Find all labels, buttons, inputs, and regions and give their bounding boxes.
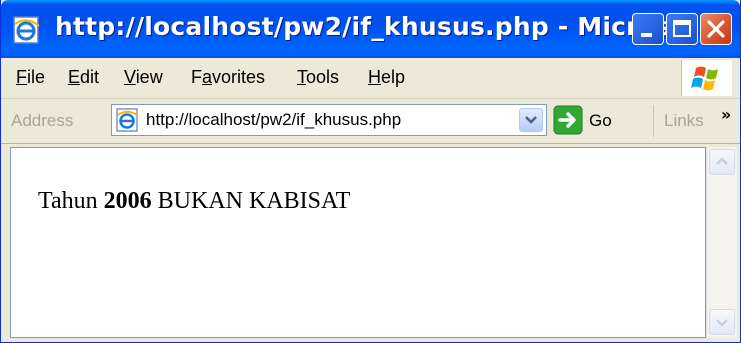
go-label[interactable]: Go	[589, 111, 612, 131]
maximize-icon	[673, 20, 691, 37]
close-button[interactable]	[700, 13, 732, 45]
go-button[interactable]	[553, 105, 583, 135]
chevron-down-icon	[525, 116, 537, 124]
address-dropdown-button[interactable]	[519, 108, 543, 132]
browser-window: http://localhost/pw2/if_khusus.php - Mic…	[0, 0, 741, 343]
links-separator	[653, 105, 654, 137]
menu-tools[interactable]: Tools	[297, 67, 339, 88]
chevron-up-icon	[716, 157, 728, 165]
title-bar[interactable]: http://localhost/pw2/if_khusus.php - Mic…	[1, 0, 740, 58]
menu-view[interactable]: View	[124, 67, 163, 88]
address-input[interactable]: http://localhost/pw2/if_khusus.php	[111, 104, 547, 136]
menu-edit[interactable]: Edit	[68, 67, 99, 88]
menu-file[interactable]: File	[16, 67, 45, 88]
windows-flag-icon	[691, 66, 718, 91]
minimize-button[interactable]	[632, 13, 664, 45]
ie-page-icon	[13, 16, 40, 44]
scroll-up-button[interactable]	[709, 149, 735, 175]
links-label[interactable]: Links	[664, 111, 704, 131]
result-text: Tahun 2006 BUKAN KABISAT	[38, 188, 351, 214]
ie-page-icon	[116, 108, 139, 132]
scroll-down-button[interactable]	[709, 309, 735, 335]
address-label: Address	[11, 111, 74, 130]
address-url: http://localhost/pw2/if_khusus.php	[146, 110, 402, 129]
page-content: Tahun 2006 BUKAN KABISAT	[10, 147, 706, 338]
menu-bar: File Edit View Favorites Tools Help	[1, 58, 740, 99]
menu-favorites[interactable]: Favorites	[191, 67, 265, 88]
chevron-down-icon	[716, 319, 728, 327]
menu-help[interactable]: Help	[368, 67, 405, 88]
maximize-button[interactable]	[666, 13, 698, 45]
year-value: 2006	[103, 188, 152, 214]
minimize-icon	[641, 33, 652, 37]
windows-logo	[681, 60, 732, 96]
vertical-scrollbar[interactable]	[706, 147, 737, 338]
address-bar: Address http://localhost/pw2/if_khusus.p…	[1, 99, 740, 144]
links-chevron-icon[interactable]: »	[721, 105, 731, 124]
close-icon	[707, 20, 725, 38]
window-title: http://localhost/pw2/if_khusus.php - Mic…	[55, 12, 701, 41]
go-arrow-icon	[553, 105, 583, 135]
